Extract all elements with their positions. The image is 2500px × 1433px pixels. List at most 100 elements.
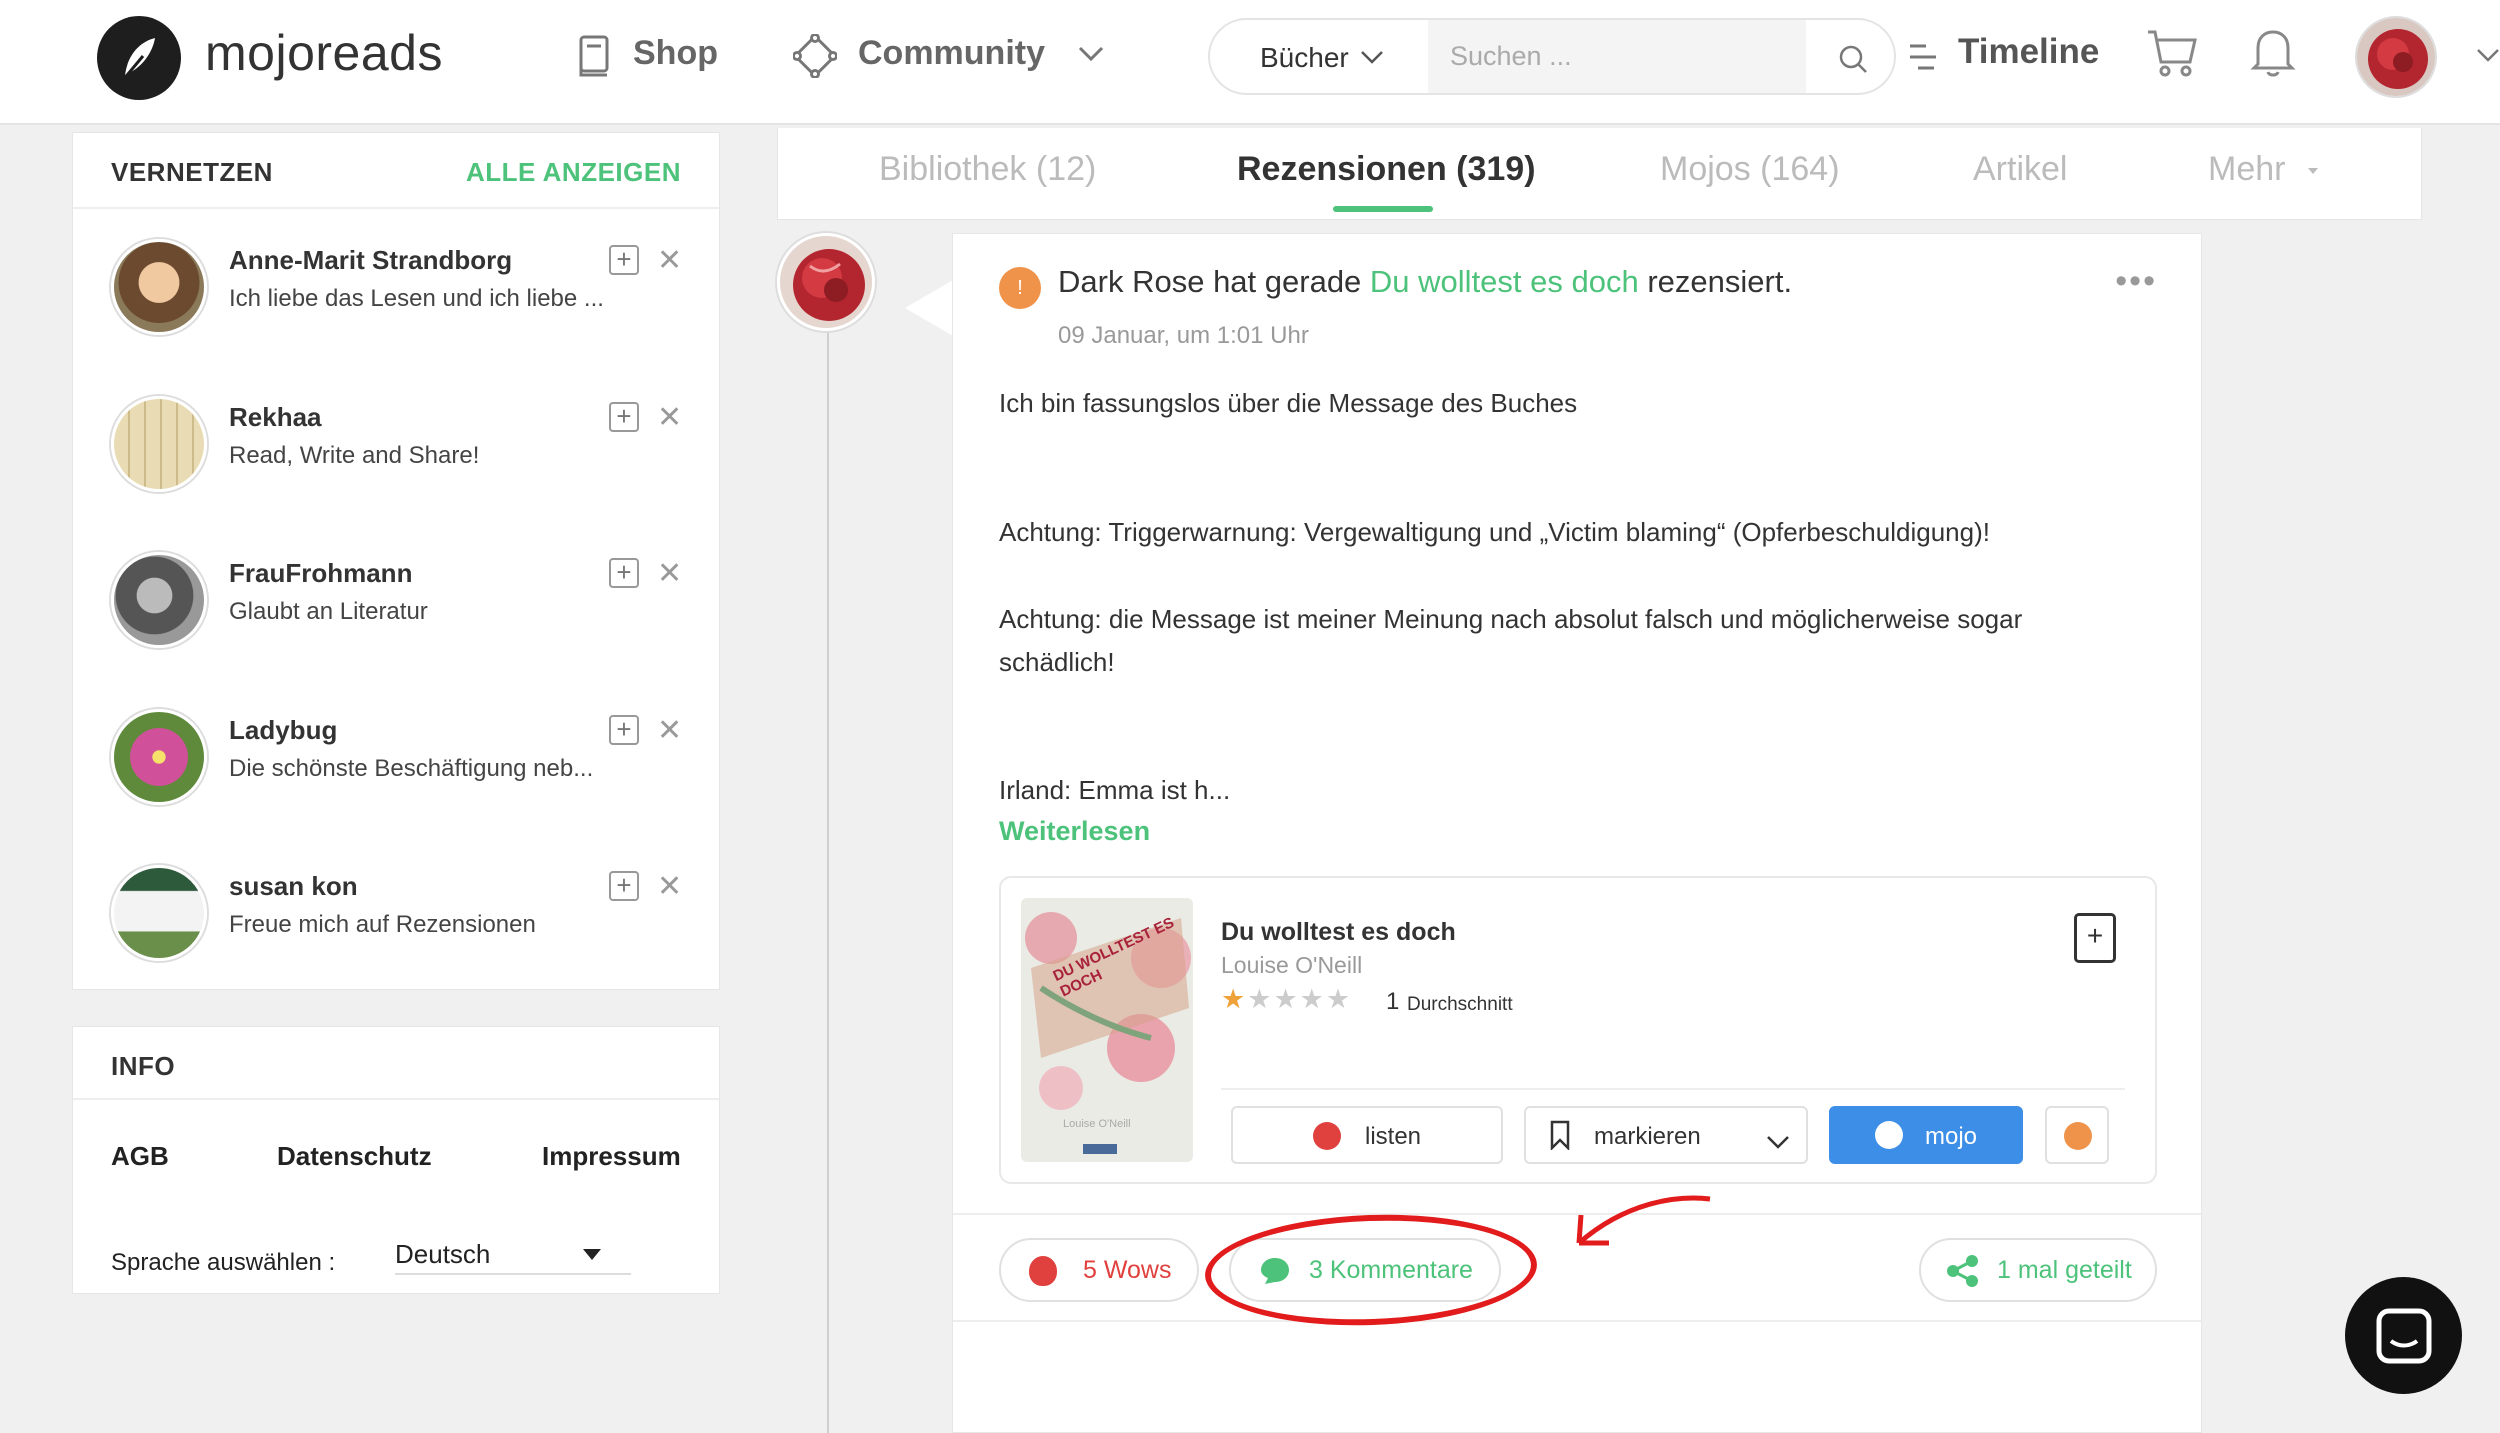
book-card: DU WOLLTEST ES DOCH Louise O'Neill Du wo… — [999, 876, 2157, 1184]
avatar[interactable] — [111, 552, 207, 648]
star-icon: ★ — [1273, 984, 1300, 1014]
caret-down-icon — [583, 1249, 601, 1260]
network-title: VERNETZEN — [111, 157, 273, 187]
dismiss-close-icon[interactable]: ✕ — [657, 869, 682, 904]
dismiss-close-icon[interactable]: ✕ — [657, 556, 682, 591]
tab-library[interactable]: Bibliothek (12) — [879, 150, 1096, 189]
language-value: Deutsch — [395, 1239, 491, 1269]
link-privacy[interactable]: Datenschutz — [277, 1141, 432, 1172]
language-label: Sprache auswählen : — [111, 1249, 336, 1276]
suggested-user[interactable]: FrauFrohmann Glaubt an Literatur + ✕ — [73, 552, 719, 672]
follow-plus-icon[interactable]: + — [609, 558, 639, 588]
wows-label: 5 Wows — [1083, 1256, 1172, 1284]
post-date: 09 Januar, um 1:01 Uhr — [1058, 322, 1309, 349]
post-paragraph: Irland: Emma ist h... — [999, 775, 1231, 805]
chat-button[interactable] — [2345, 1277, 2462, 1394]
avatar[interactable] — [111, 709, 207, 805]
rating-label: Durchschnitt — [1407, 994, 1513, 1015]
dismiss-close-icon[interactable]: ✕ — [657, 713, 682, 748]
logo-text[interactable]: mojoreads — [205, 24, 443, 82]
tab-reviews[interactable]: Rezensionen (319) — [1237, 150, 1536, 189]
info-title: INFO — [111, 1051, 176, 1081]
timeline-line — [827, 310, 829, 1433]
tab-more[interactable]: Mehr — [2208, 150, 2285, 189]
tab-articles[interactable]: Artikel — [1973, 150, 2067, 189]
post-pointer — [905, 280, 953, 336]
chevron-down-icon — [1766, 1128, 1790, 1156]
link-agb[interactable]: AGB — [111, 1141, 169, 1172]
user-avatar[interactable] — [2355, 16, 2437, 98]
list-button[interactable]: listen — [1231, 1106, 1503, 1164]
more-options-icon[interactable]: ••• — [2115, 262, 2157, 301]
post-author[interactable]: Dark Rose — [1058, 264, 1204, 299]
review-badge-icon: ! — [999, 267, 1041, 309]
book-author[interactable]: Louise O'Neill — [1221, 952, 1362, 979]
search-icon[interactable] — [1838, 44, 1868, 79]
user-name[interactable]: Anne-Marit Strandborg — [229, 245, 512, 276]
top-navbar: mojoreads Shop Community Bücher Timeline — [0, 0, 2500, 125]
book-cover-image[interactable]: DU WOLLTEST ES DOCH Louise O'Neill — [1021, 898, 1193, 1162]
follow-plus-icon[interactable]: + — [609, 871, 639, 901]
follow-plus-icon[interactable]: + — [609, 402, 639, 432]
book-icon — [578, 34, 612, 83]
suggested-user[interactable]: Anne-Marit Strandborg Ich liebe das Lese… — [73, 239, 719, 359]
show-all-link[interactable]: ALLE ANZEIGEN — [466, 157, 681, 188]
suggested-user[interactable]: susan kon Freue mich auf Rezensionen + ✕ — [73, 865, 719, 985]
info-card: INFO AGB Datenschutz Impressum Sprache a… — [72, 1026, 720, 1294]
follow-plus-icon[interactable]: + — [609, 245, 639, 275]
bookmark-icon — [1550, 1120, 1570, 1157]
suggested-user[interactable]: Ladybug Die schönste Beschäftigung neb..… — [73, 709, 719, 829]
nav-timeline[interactable]: Timeline — [1958, 32, 2099, 72]
user-bio: Ich liebe das Lesen und ich liebe ... — [229, 285, 604, 312]
bell-icon[interactable] — [2250, 26, 2296, 83]
nav-community[interactable]: Community — [858, 34, 1045, 73]
search-input[interactable] — [1428, 20, 1806, 93]
post-action-end: rezensiert. — [1647, 264, 1793, 299]
chevron-down-icon[interactable] — [1078, 46, 1104, 67]
wow-icon — [1029, 1256, 1057, 1286]
mojo-icon — [1875, 1121, 1903, 1149]
cart-icon[interactable] — [2146, 28, 2198, 83]
chevron-down-icon[interactable] — [1360, 50, 1384, 69]
user-name[interactable]: susan kon — [229, 871, 358, 902]
list-button-label: listen — [1365, 1123, 1422, 1150]
wows-button[interactable]: 5 Wows — [999, 1238, 1199, 1302]
avatar[interactable] — [111, 865, 207, 961]
star-icon: ★ — [1221, 984, 1248, 1014]
post-paragraph: Achtung: die Message ist meiner Meinung … — [999, 604, 2023, 677]
user-bio: Die schönste Beschäftigung neb... — [229, 755, 594, 782]
stack-icon — [1313, 1122, 1341, 1150]
user-bio: Freue mich auf Rezensionen — [229, 911, 536, 938]
share-button[interactable]: 1 mal geteilt — [1919, 1238, 2157, 1302]
annotation-arrow-icon — [1576, 1195, 1711, 1246]
suggested-user[interactable]: Rekhaa Read, Write and Share! + ✕ — [73, 396, 719, 516]
language-select[interactable]: Deutsch — [395, 1235, 631, 1275]
follow-plus-icon[interactable]: + — [609, 715, 639, 745]
profile-tabs: Bibliothek (12) Rezensionen (319) Mojos … — [777, 128, 2422, 220]
review-button[interactable] — [2045, 1106, 2109, 1164]
star-icon: ★ — [1299, 984, 1326, 1014]
tab-mojos[interactable]: Mojos (164) — [1660, 150, 1840, 189]
dismiss-close-icon[interactable]: ✕ — [657, 243, 682, 278]
mark-dropdown[interactable]: markieren — [1524, 1106, 1808, 1164]
logo-feather-icon[interactable] — [97, 16, 181, 100]
user-name[interactable]: Ladybug — [229, 715, 337, 746]
book-title[interactable]: Du wolltest es doch — [1221, 918, 1456, 947]
post-action: hat gerade — [1213, 264, 1362, 299]
chevron-down-icon[interactable] — [2476, 48, 2500, 67]
user-name[interactable]: FrauFrohmann — [229, 558, 412, 589]
avatar[interactable] — [111, 239, 207, 335]
dismiss-close-icon[interactable]: ✕ — [657, 400, 682, 435]
mark-button-label: markieren — [1594, 1123, 1701, 1150]
link-imprint[interactable]: Impressum — [542, 1141, 681, 1172]
post-book-link[interactable]: Du wolltest es doch — [1370, 264, 1639, 299]
user-name[interactable]: Rekhaa — [229, 402, 322, 433]
add-book-icon[interactable]: + — [2074, 913, 2116, 963]
read-more-link[interactable]: Weiterlesen — [999, 816, 1150, 847]
search-category[interactable]: Bücher — [1260, 42, 1349, 74]
nav-shop[interactable]: Shop — [633, 34, 718, 73]
active-tab-indicator — [1333, 206, 1433, 212]
avatar[interactable] — [111, 396, 207, 492]
post-author-avatar[interactable] — [777, 233, 875, 331]
mojo-button[interactable]: mojo — [1829, 1106, 2023, 1164]
